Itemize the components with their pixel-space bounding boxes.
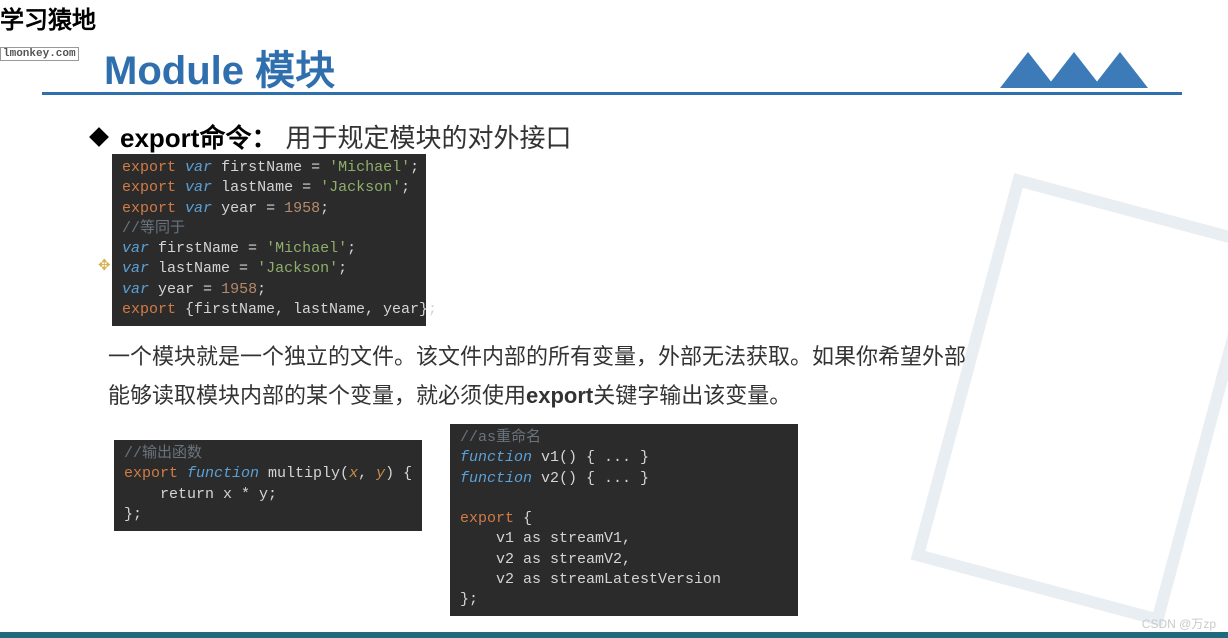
bottom-bar: [0, 632, 1228, 638]
explanation-paragraph: 一个模块就是一个独立的文件。该文件内部的所有变量，外部无法获取。如果你希望外部 …: [108, 338, 1108, 415]
para-line2a: 能够读取模块内部的某个变量，就必须使用: [108, 383, 526, 408]
code-block-3: //as重命名 function v1() { ... } function v…: [450, 424, 798, 616]
title-underline: [42, 92, 1182, 95]
diamond-icon: [89, 127, 109, 147]
para-bold: export: [526, 383, 593, 408]
bullet-rest: 用于规定模块的对外接口: [285, 118, 571, 155]
cursor-icon: ✥: [98, 256, 111, 274]
mountains-icon: [1010, 52, 1148, 88]
logo-area: 学习猿地 lmonkey.com: [0, 0, 96, 63]
logo-main: 学习猿地: [0, 7, 96, 34]
logo-sub: lmonkey.com: [0, 47, 79, 61]
slide-title: Module 模块: [104, 38, 335, 96]
code-block-2: //输出函数 export function multiply(x, y) { …: [114, 440, 422, 531]
para-line1: 一个模块就是一个独立的文件。该文件内部的所有变量，外部无法获取。如果你希望外部: [108, 344, 966, 369]
code-block-1: export var firstName = 'Michael'; export…: [112, 154, 426, 326]
watermark: CSDN @万zp: [1142, 615, 1216, 632]
bullet-row: export命令： 用于规定模块的对外接口: [92, 118, 571, 155]
bullet-strong: export命令：: [120, 118, 277, 155]
para-line2c: 关键字输出该变量。: [593, 383, 791, 408]
